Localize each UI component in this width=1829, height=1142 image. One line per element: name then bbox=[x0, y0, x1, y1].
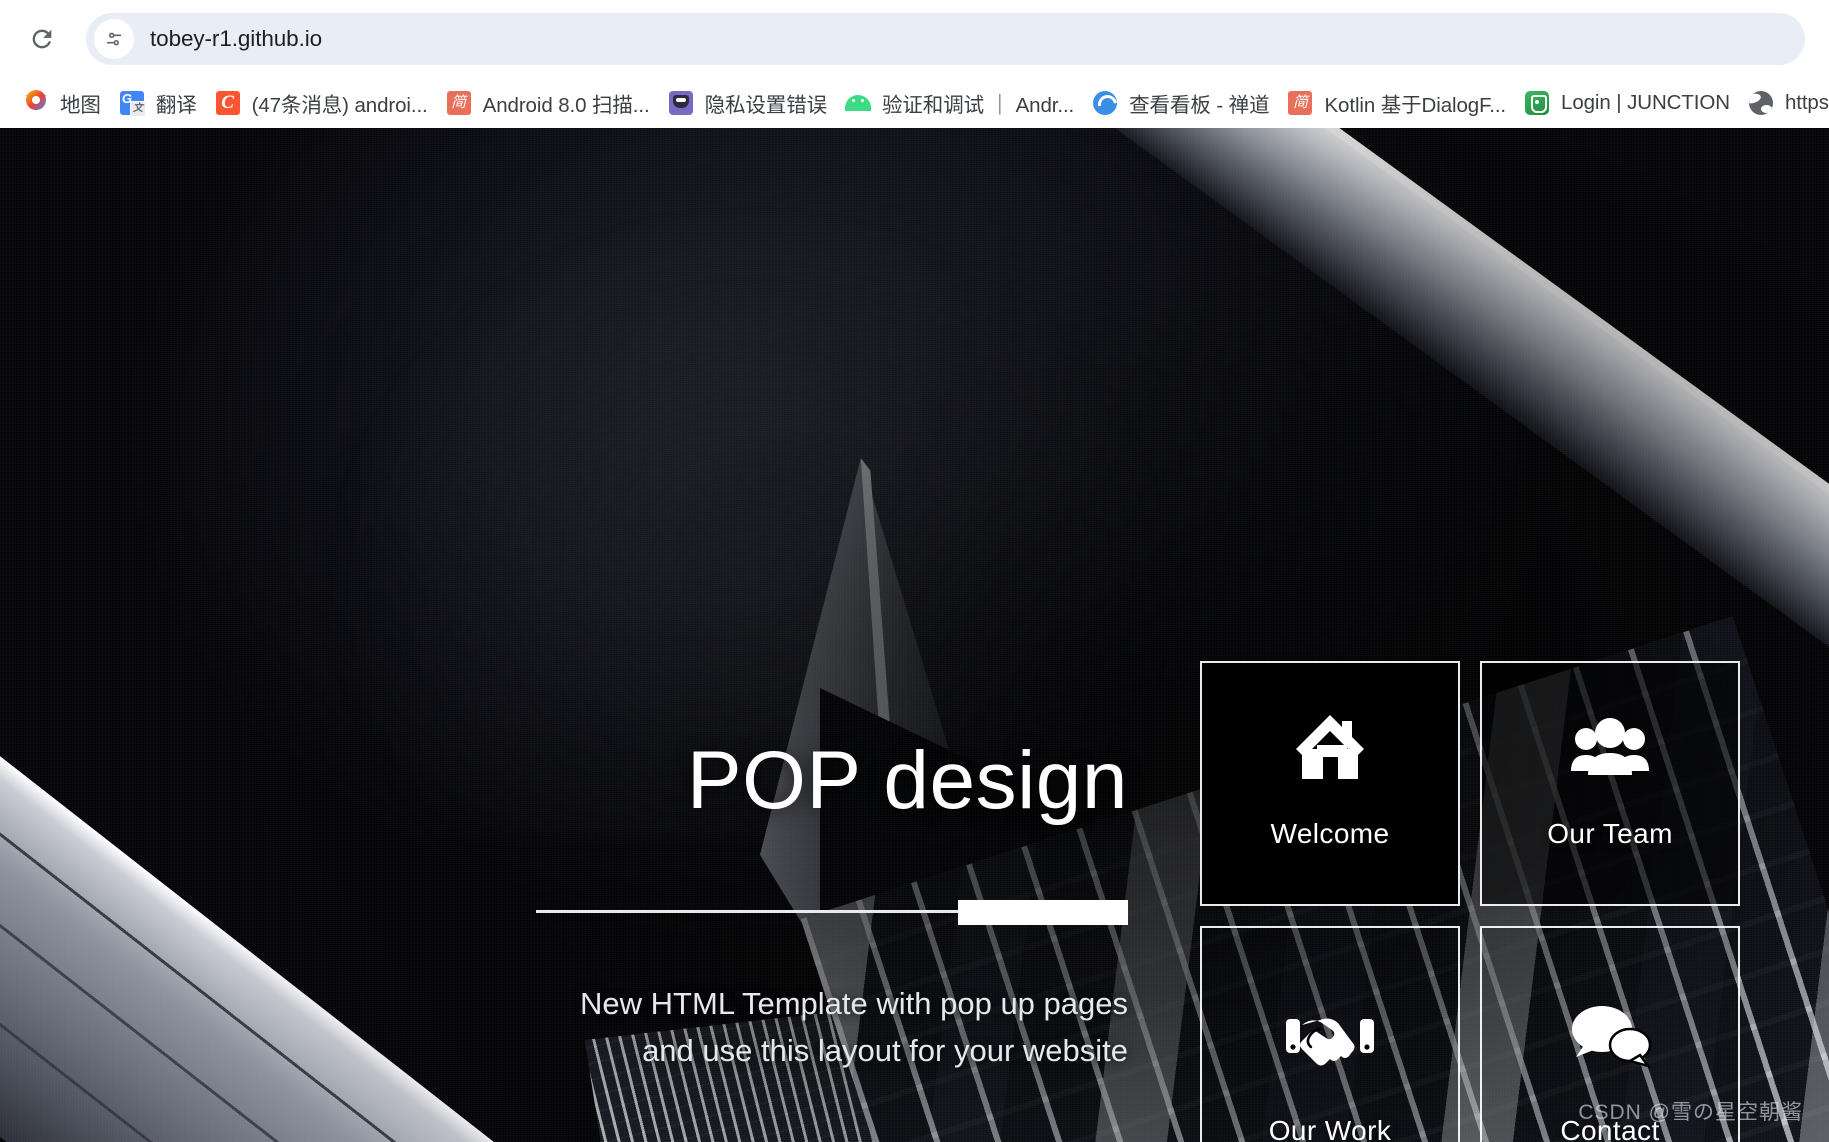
cat-icon bbox=[668, 90, 694, 116]
hero-section: POP design New HTML Template with pop up… bbox=[0, 128, 1180, 1142]
bookmark-label: 查看看板 - 禅道 bbox=[1129, 94, 1270, 117]
tile-our-work[interactable]: Our Work bbox=[1200, 926, 1460, 1142]
csdn-icon: C bbox=[215, 90, 241, 116]
bookmarks-bar: 地图 G 翻译 C (47条消息) androi... 简 Android 8.… bbox=[0, 78, 1829, 128]
bookmark-label: Android 8.0 扫描... bbox=[482, 94, 650, 117]
bookmark-label: (47条消息) androi... bbox=[251, 94, 428, 117]
bookmark-item-junction-login[interactable]: Login | JUNCTION bbox=[1515, 82, 1739, 124]
reload-button[interactable] bbox=[18, 15, 66, 63]
tile-label: Our Team bbox=[1547, 817, 1673, 849]
bookmark-item-translate[interactable]: G 翻译 bbox=[110, 82, 206, 124]
handshake-icon bbox=[1282, 994, 1378, 1078]
hero-subtitle: New HTML Template with pop up pages and … bbox=[0, 980, 1128, 1074]
hero-divider bbox=[536, 900, 1128, 925]
jianshu-icon: 简 bbox=[1287, 90, 1313, 116]
tile-label: Welcome bbox=[1270, 817, 1390, 849]
browser-toolbar: tobey-r1.github.io bbox=[0, 0, 1829, 78]
page-title: POP design bbox=[686, 735, 1128, 826]
bookmark-item-generic-url[interactable]: https://de bbox=[1739, 82, 1829, 124]
nav-tile-grid: Welcome Our Team Our Work Contact bbox=[1200, 661, 1740, 1142]
android-icon bbox=[845, 90, 871, 116]
zentao-icon bbox=[1092, 90, 1118, 116]
jianshu-icon: 简 bbox=[446, 90, 472, 116]
site-settings-icon bbox=[106, 32, 122, 46]
bookmark-item-kotlin-dialogfragment[interactable]: 简 Kotlin 基于DialogF... bbox=[1278, 82, 1515, 124]
globe-icon bbox=[1748, 90, 1774, 116]
bookmark-item-maps[interactable]: 地图 bbox=[14, 82, 110, 124]
bookmark-label: 验证和调试 ｜ Andr... bbox=[882, 94, 1075, 117]
tile-welcome[interactable]: Welcome bbox=[1200, 661, 1460, 906]
google-maps-icon bbox=[23, 90, 49, 116]
bookmark-item-csdn[interactable]: C (47条消息) androi... bbox=[206, 82, 437, 124]
bookmark-label: 翻译 bbox=[155, 94, 197, 117]
tile-our-team[interactable]: Our Team bbox=[1480, 661, 1740, 906]
bookmark-label: Kotlin 基于DialogF... bbox=[1324, 94, 1507, 117]
bookmark-item-jianshu-android8[interactable]: 简 Android 8.0 扫描... bbox=[437, 82, 659, 124]
site-settings-button[interactable] bbox=[94, 19, 134, 59]
tile-label: Our Work bbox=[1268, 1115, 1392, 1142]
junction-shield-icon bbox=[1524, 90, 1550, 116]
address-bar[interactable]: tobey-r1.github.io bbox=[86, 13, 1805, 65]
bookmark-label: 地图 bbox=[60, 94, 101, 117]
hero-subtitle-line-2: and use this layout for your website bbox=[642, 1033, 1128, 1069]
address-bar-url[interactable]: tobey-r1.github.io bbox=[150, 26, 322, 52]
team-icon bbox=[1562, 704, 1658, 788]
bookmark-item-privacy-error[interactable]: 隐私设置错误 bbox=[659, 82, 836, 124]
hero-subtitle-line-1: New HTML Template with pop up pages bbox=[580, 986, 1128, 1021]
hero-divider-block bbox=[958, 900, 1128, 925]
google-translate-icon: G bbox=[119, 90, 146, 117]
watermark: CSDN @雪の星空朝酱 bbox=[1578, 1101, 1803, 1124]
page-viewport: POP design New HTML Template with pop up… bbox=[0, 128, 1829, 1142]
bookmark-item-zentao[interactable]: 查看看板 - 禅道 bbox=[1083, 82, 1278, 124]
browser-chrome: tobey-r1.github.io 地图 G 翻译 C (47条消息) and… bbox=[0, 0, 1829, 128]
bookmark-label: 隐私设置错误 bbox=[704, 94, 828, 117]
reload-icon bbox=[32, 29, 52, 49]
chat-bubbles-icon bbox=[1562, 994, 1658, 1078]
bookmark-item-android-debug[interactable]: 验证和调试 ｜ Andr... bbox=[836, 82, 1083, 124]
bookmark-label: Login | JUNCTION bbox=[1561, 91, 1730, 114]
bookmark-label: https://de bbox=[1784, 91, 1829, 114]
home-icon bbox=[1282, 704, 1378, 788]
